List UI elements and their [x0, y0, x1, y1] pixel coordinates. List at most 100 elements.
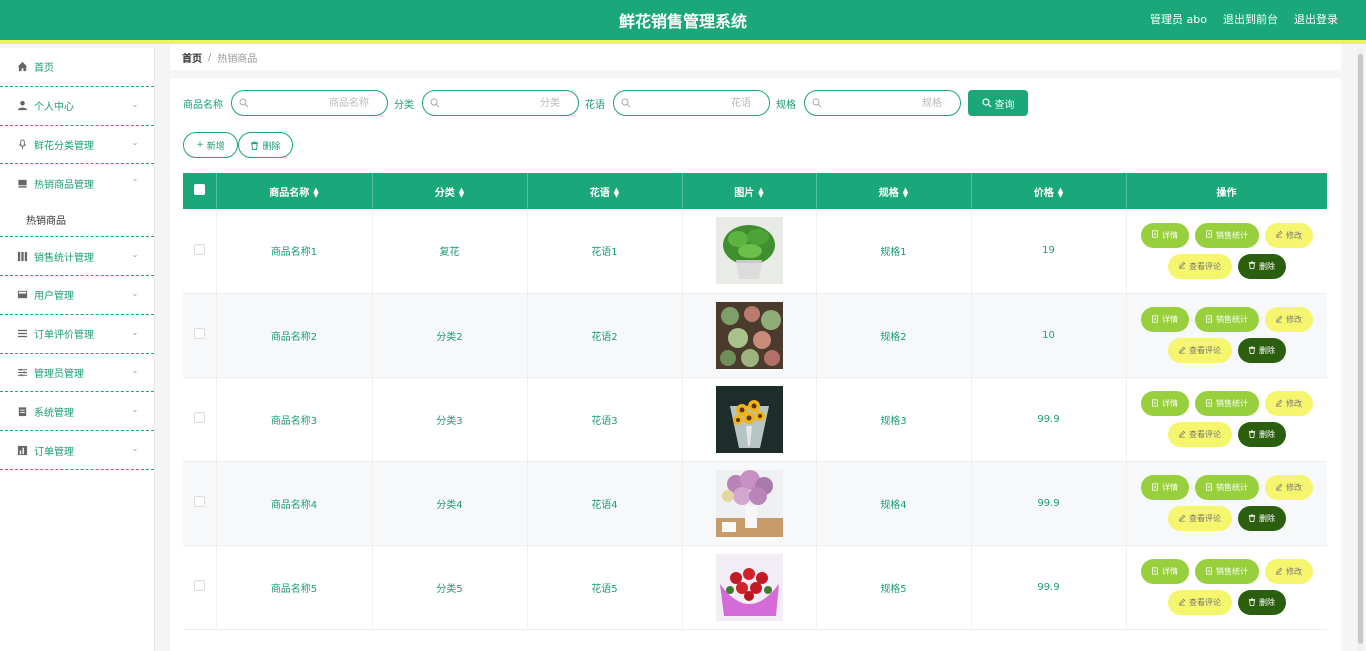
table-row[interactable]: 商品名称3 分类3 花语3 规格3 99.9 详情 销售统计 修改 查看评论 删除	[183, 377, 1327, 462]
row-select-cell[interactable]	[183, 377, 217, 462]
row-select-cell[interactable]	[183, 545, 217, 630]
delete-button[interactable]: 删除	[1237, 253, 1286, 279]
sidebar-item-hot-products[interactable]: 热销商品管理 ⌃	[0, 164, 154, 203]
logout-link[interactable]: 退出登录	[1294, 0, 1338, 44]
sort-icon[interactable]: ▲ ▼	[313, 186, 318, 198]
row-checkbox[interactable]	[193, 328, 205, 339]
edit-button[interactable]: 修改	[1264, 307, 1313, 332]
edit-button[interactable]: 修改	[1264, 559, 1313, 584]
search-name-input[interactable]	[232, 91, 387, 115]
sort-icon[interactable]: ▲ ▼	[758, 186, 763, 198]
breadcrumb-home[interactable]: 首页	[182, 50, 202, 65]
search-flower-input[interactable]	[614, 91, 769, 115]
col-name[interactable]: 商品名称 ▲ ▼	[216, 173, 373, 209]
cell-spec: 规格4	[816, 461, 972, 546]
edit-button[interactable]: 修改	[1264, 391, 1313, 416]
delete-button[interactable]: 删除	[1237, 506, 1286, 531]
edit-button[interactable]: 修改	[1264, 475, 1313, 500]
vertical-scrollbar[interactable]	[1357, 48, 1364, 651]
search-spec-input[interactable]	[805, 91, 960, 115]
sales-stat-button[interactable]: 销售统计	[1194, 222, 1259, 248]
pencil-icon	[1275, 315, 1286, 325]
cell-name: 商品名称1	[216, 209, 373, 294]
view-review-button[interactable]: 查看评论	[1167, 253, 1232, 279]
sidebar-item-personal[interactable]: 个人中心 ⌄	[0, 87, 154, 126]
row-checkbox[interactable]	[193, 243, 205, 255]
table-row[interactable]: 商品名称2 分类2 花语2 规格2 10 详情 销售统计 修改 查看评论 删除	[183, 293, 1327, 378]
sidebar-item-system[interactable]: 系统管理 ⌄	[0, 392, 154, 432]
search-name-field[interactable]	[231, 90, 388, 116]
scrollbar-thumb[interactable]	[1358, 54, 1363, 644]
cell-image[interactable]	[682, 461, 817, 546]
row-select-cell[interactable]	[183, 293, 217, 378]
sort-icon[interactable]: ▲ ▼	[614, 186, 619, 198]
search-flower-field[interactable]	[613, 90, 770, 116]
to-front-link[interactable]: 退出到前台	[1223, 0, 1278, 44]
select-all-checkbox[interactable]	[193, 184, 205, 195]
cell-image[interactable]	[682, 293, 817, 378]
table-row[interactable]: 商品名称5 分类5 花语5 规格5 99.9 详情 销售统计 修改 查看评论 删除	[183, 545, 1327, 630]
cell-spec: 规格5	[816, 545, 972, 630]
select-all-cell[interactable]	[183, 173, 217, 209]
col-category[interactable]: 分类 ▲ ▼	[372, 173, 528, 209]
sort-icon[interactable]: ▲ ▼	[903, 186, 908, 198]
row-checkbox[interactable]	[193, 412, 205, 423]
plus-icon: +	[196, 140, 204, 150]
sales-stat-button[interactable]: 销售统计	[1194, 559, 1259, 584]
row-select-cell[interactable]	[183, 461, 217, 546]
edit-button[interactable]: 修改	[1264, 222, 1313, 248]
delete-button[interactable]: 删除	[1237, 422, 1286, 447]
detail-button[interactable]: 详情	[1140, 307, 1189, 332]
col-price-label: 价格	[1033, 187, 1054, 199]
add-button[interactable]: + 新增	[183, 132, 238, 158]
view-review-button[interactable]: 查看评论	[1167, 422, 1232, 447]
search-flower-label: 花语	[585, 99, 605, 111]
product-image[interactable]	[715, 469, 783, 537]
col-flower[interactable]: 花语 ▲ ▼	[527, 173, 683, 209]
sales-stat-button[interactable]: 销售统计	[1194, 307, 1259, 332]
search-category-field[interactable]	[422, 90, 579, 116]
col-name-label: 商品名称	[269, 187, 310, 199]
table-row[interactable]: 商品名称1 复花 花语1 规格1 19 详情 销售统计 修改 查看评论 删除	[183, 209, 1327, 294]
sales-stat-button[interactable]: 销售统计	[1194, 391, 1259, 416]
delete-button[interactable]: 删除	[1237, 338, 1286, 363]
query-button[interactable]: 查询	[968, 90, 1028, 116]
sort-icon[interactable]: ▲ ▼	[1058, 186, 1063, 198]
product-image[interactable]	[715, 385, 783, 453]
admin-user-label[interactable]: 管理员 abo	[1150, 0, 1207, 44]
sales-stat-button[interactable]: 销售统计	[1194, 475, 1259, 500]
product-image[interactable]	[715, 301, 783, 369]
row-select-cell[interactable]	[183, 209, 217, 294]
detail-button[interactable]: 详情	[1140, 475, 1189, 500]
view-review-button[interactable]: 查看评论	[1167, 590, 1232, 615]
col-image[interactable]: 图片 ▲ ▼	[682, 173, 817, 209]
col-spec[interactable]: 规格 ▲ ▼	[816, 173, 972, 209]
sidebar-item-flower-category[interactable]: 鲜花分类管理 ⌄	[0, 126, 154, 165]
detail-button[interactable]: 详情	[1140, 391, 1189, 416]
product-image[interactable]	[715, 217, 783, 285]
sidebar-item-orders[interactable]: 订单管理 ⌄	[0, 431, 154, 470]
cell-image[interactable]	[682, 209, 817, 294]
table-row[interactable]: 商品名称4 分类4 花语4 规格4 99.9 详情 销售统计 修改 查看评论 删除	[183, 461, 1327, 546]
sidebar-item-admins[interactable]: 管理员管理 ⌄	[0, 354, 154, 393]
sidebar-item-order-review[interactable]: 订单评价管理 ⌄	[0, 315, 154, 354]
sidebar-subitem-hot-products[interactable]: 热销商品	[0, 203, 154, 238]
search-category-input[interactable]	[423, 91, 578, 115]
row-checkbox[interactable]	[193, 580, 205, 591]
delete-button[interactable]: 删除	[1237, 590, 1286, 615]
detail-button[interactable]: 详情	[1140, 559, 1189, 584]
row-checkbox[interactable]	[193, 496, 205, 507]
view-review-button[interactable]: 查看评论	[1167, 506, 1232, 531]
cell-image[interactable]	[682, 545, 817, 630]
sidebar-item-users[interactable]: 用户管理 ⌄	[0, 276, 154, 315]
sidebar-item-home[interactable]: 首页	[0, 48, 154, 87]
view-review-button[interactable]: 查看评论	[1167, 338, 1232, 363]
col-price[interactable]: 价格 ▲ ▼	[971, 173, 1127, 209]
product-image[interactable]	[715, 553, 783, 621]
sidebar-item-sales-stat[interactable]: 销售统计管理 ⌄	[0, 237, 154, 276]
detail-button[interactable]: 详情	[1140, 222, 1189, 248]
cell-image[interactable]	[682, 377, 817, 462]
batch-delete-button[interactable]: 删除	[238, 132, 293, 158]
search-spec-field[interactable]	[804, 90, 961, 116]
sort-icon[interactable]: ▲ ▼	[459, 186, 464, 198]
